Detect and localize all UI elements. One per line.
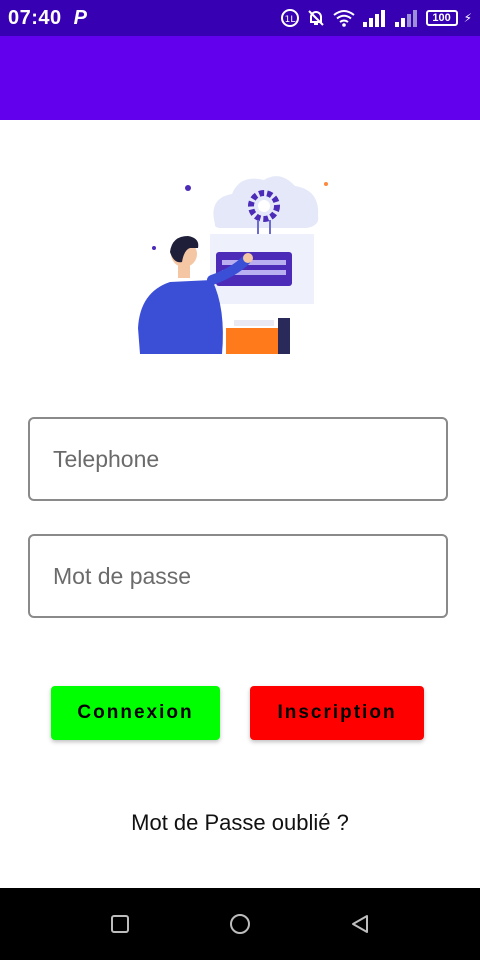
notification-app-icon: P bbox=[73, 6, 87, 29]
forgot-password-link[interactable]: Mot de Passe oublié ? bbox=[0, 810, 480, 836]
password-field[interactable] bbox=[28, 534, 448, 618]
status-bar: 07:40 P 1L 100 ⚡ bbox=[0, 0, 480, 36]
login-illustration bbox=[138, 176, 328, 354]
battery-icon: 100 bbox=[425, 10, 458, 26]
app-bar bbox=[0, 36, 480, 120]
recents-icon bbox=[111, 915, 129, 933]
status-icons: 1L 100 ⚡ bbox=[280, 8, 472, 28]
login-button[interactable]: Connexion bbox=[51, 686, 220, 740]
signal-icon bbox=[362, 10, 385, 27]
password-input[interactable] bbox=[30, 536, 446, 616]
data-saver-icon: 1L bbox=[280, 9, 299, 27]
mute-icon bbox=[307, 10, 324, 26]
svg-text:1L: 1L bbox=[284, 15, 295, 25]
home-icon bbox=[230, 914, 250, 934]
status-time: 07:40 bbox=[8, 6, 62, 29]
charging-icon: ⚡ bbox=[463, 11, 472, 25]
wifi-icon bbox=[332, 10, 355, 27]
phone-input[interactable] bbox=[30, 419, 446, 499]
home-button[interactable] bbox=[224, 908, 256, 940]
back-button[interactable] bbox=[344, 908, 376, 940]
phone-field[interactable] bbox=[28, 417, 448, 501]
navigation-bar bbox=[0, 888, 480, 960]
recents-button[interactable] bbox=[104, 908, 136, 940]
back-icon bbox=[352, 915, 368, 933]
signal-icon-2 bbox=[394, 10, 417, 27]
signup-button[interactable]: Inscription bbox=[250, 686, 424, 740]
